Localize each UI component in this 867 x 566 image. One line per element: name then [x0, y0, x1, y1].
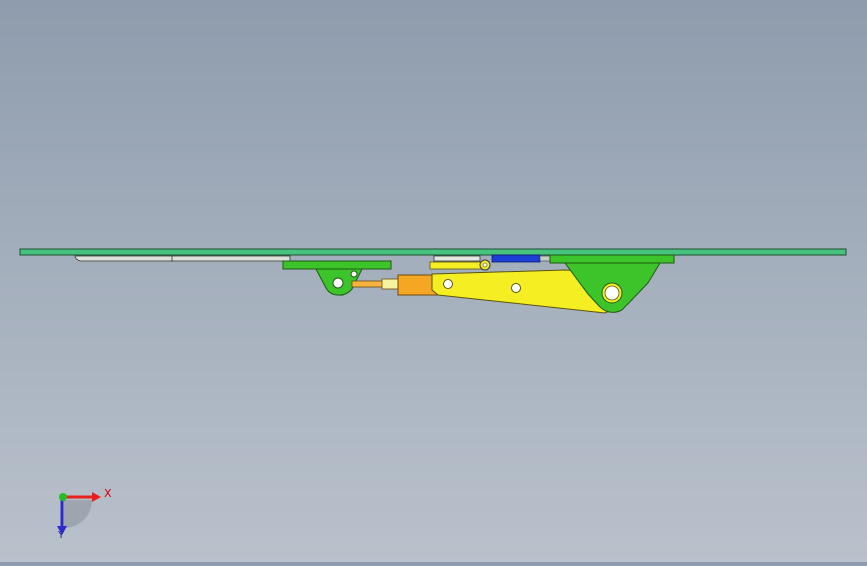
z-axis-dot	[59, 493, 67, 501]
link-pin-hole	[482, 262, 488, 268]
link-slider	[429, 261, 487, 270]
axis-triad	[57, 492, 101, 535]
left-lug-hole	[332, 277, 344, 289]
model-view	[19, 248, 847, 535]
blue-link	[491, 254, 541, 263]
slide-rail	[74, 255, 291, 262]
arm-pivot-hole-b	[511, 283, 521, 293]
right-bracket-base	[549, 254, 675, 264]
x-axis-label: X	[104, 487, 112, 500]
rod-end	[381, 278, 401, 290]
arm-pivot-hole-a	[443, 279, 453, 289]
left-lug-pin	[350, 270, 358, 278]
right-gusset-hole-inner	[604, 285, 620, 301]
triad-shadow	[64, 500, 92, 528]
cad-viewport[interactable]: X Y	[0, 0, 867, 562]
x-arrow-head	[92, 492, 101, 502]
y-axis-label: Y	[58, 530, 65, 541]
left-bracket-base	[282, 260, 392, 270]
link-guide	[433, 255, 481, 262]
top-plate	[19, 248, 847, 256]
